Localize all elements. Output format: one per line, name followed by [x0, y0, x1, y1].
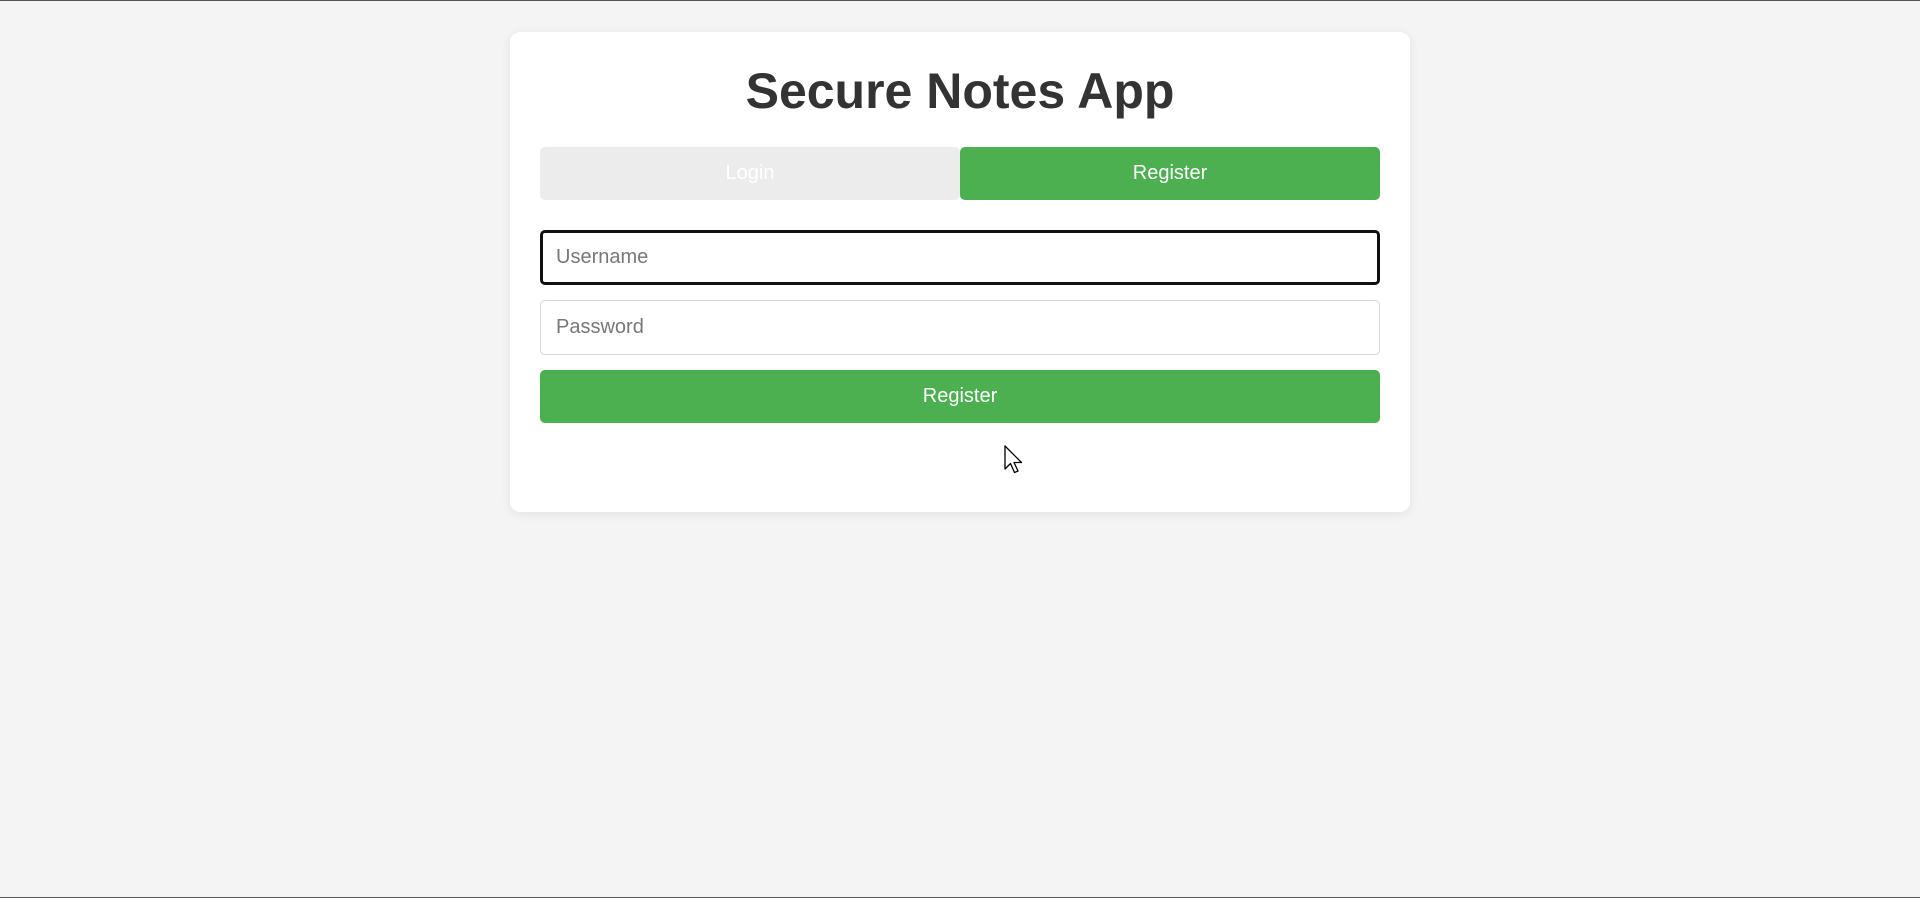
mouse-pointer-icon — [1004, 445, 1023, 474]
register-button[interactable]: Register — [540, 370, 1380, 423]
auth-tabs: Login Register — [540, 147, 1380, 200]
tab-register[interactable]: Register — [960, 147, 1380, 200]
password-input[interactable] — [540, 300, 1380, 355]
page-title: Secure Notes App — [745, 63, 1175, 119]
auth-card: Secure Notes App Login Register Register — [510, 32, 1410, 512]
tab-login[interactable]: Login — [540, 147, 960, 200]
username-input[interactable] — [540, 230, 1380, 285]
